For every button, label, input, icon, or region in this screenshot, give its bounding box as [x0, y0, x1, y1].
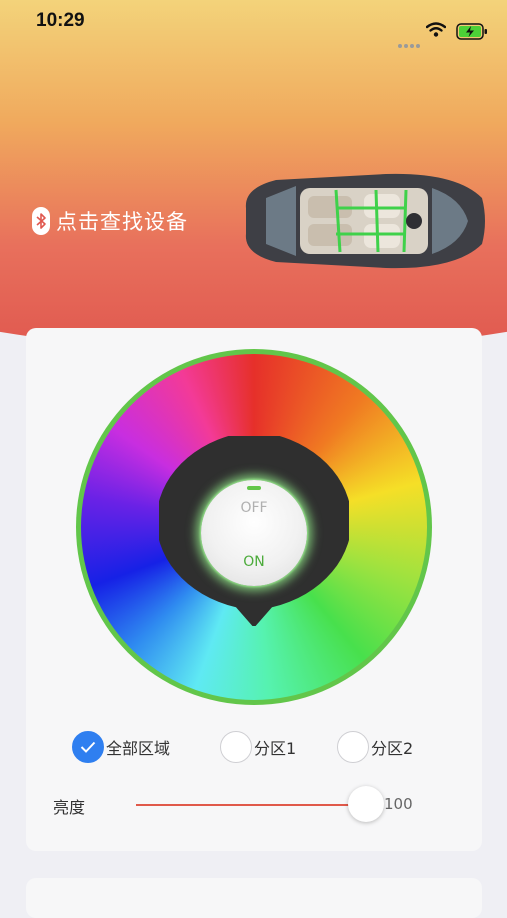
brightness-label: 亮度 [53, 798, 86, 817]
secondary-card [26, 878, 482, 918]
bluetooth-icon [32, 207, 50, 235]
zone-1-label: 分区1 [254, 739, 297, 758]
status-time: 10:29 [36, 10, 85, 31]
zone-1-radio[interactable] [220, 731, 252, 763]
light-control-card: OFF ON 全部区域 分区1 分区2 亮度 100 [26, 328, 482, 851]
car-top-view-image [245, 173, 485, 269]
check-icon [80, 741, 96, 753]
zone-all-label: 全部区域 [106, 739, 171, 758]
off-label: OFF [240, 500, 268, 516]
power-toggle[interactable]: OFF ON [201, 480, 307, 586]
status-bar: 10:29 [0, 0, 507, 48]
battery-charging-icon [456, 23, 488, 44]
brightness-control: 亮度 100 [26, 786, 482, 826]
brightness-value: 100 [384, 795, 413, 813]
zone-2-radio[interactable] [337, 731, 369, 763]
zone-2-label: 分区2 [371, 739, 414, 758]
wifi-icon [425, 22, 447, 41]
zone-selector: 全部区域 分区1 分区2 [26, 731, 482, 769]
zone-all-option[interactable]: 全部区域 [72, 731, 170, 763]
signal-icon [398, 33, 422, 52]
zone-all-radio[interactable] [72, 731, 104, 763]
find-device-button[interactable]: 点击查找设备 [32, 206, 188, 236]
brightness-slider-track[interactable] [136, 804, 366, 806]
brightness-slider-thumb[interactable] [348, 786, 384, 822]
power-indicator [247, 486, 261, 490]
zone-2-option[interactable]: 分区2 [337, 731, 413, 763]
color-picker[interactable]: OFF ON [76, 349, 432, 705]
on-label: ON [243, 554, 265, 570]
find-device-label: 点击查找设备 [56, 210, 188, 234]
zone-1-option[interactable]: 分区1 [220, 731, 296, 763]
